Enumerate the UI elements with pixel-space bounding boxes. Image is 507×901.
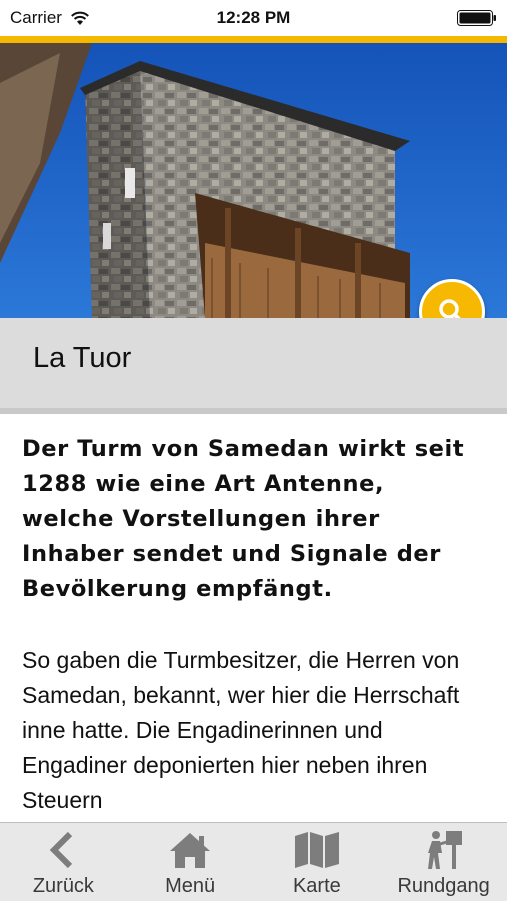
tab-map-label: Karte bbox=[292, 875, 341, 897]
tower-photo bbox=[0, 43, 507, 318]
home-icon bbox=[170, 833, 211, 868]
tab-back-label: Zurück bbox=[32, 875, 94, 897]
map-icon bbox=[294, 832, 339, 868]
chevron-left-icon bbox=[50, 831, 73, 869]
tab-back[interactable]: Zurück bbox=[0, 823, 127, 901]
status-time: 12:28 PM bbox=[216, 8, 291, 27]
content-area: Der Turm von Samedan wirkt seit 1288 wie… bbox=[22, 432, 484, 818]
tab-tour[interactable]: Rundgang bbox=[380, 823, 507, 901]
accent-bar bbox=[0, 36, 507, 43]
tab-menu[interactable]: Menü bbox=[127, 823, 254, 901]
tab-map[interactable]: Karte bbox=[254, 823, 381, 901]
body-paragraph: So gaben die Turmbesitzer, die Herren vo… bbox=[22, 647, 460, 813]
walking-tour-icon bbox=[427, 831, 462, 869]
tab-tour-label: Rundgang bbox=[397, 875, 490, 897]
search-icon bbox=[439, 299, 461, 318]
title-band: La Tuor bbox=[0, 318, 507, 414]
lead-paragraph: Der Turm von Samedan wirkt seit 1288 wie… bbox=[22, 436, 465, 602]
status-bar: Carrier 12:28 PM bbox=[0, 0, 507, 36]
tab-bar: Zurück Menü Karte Rundgang bbox=[0, 822, 507, 901]
hero-image bbox=[0, 43, 507, 318]
page-title: La Tuor bbox=[33, 342, 132, 374]
battery-icon bbox=[457, 10, 496, 26]
tab-menu-label: Menü bbox=[165, 875, 216, 897]
